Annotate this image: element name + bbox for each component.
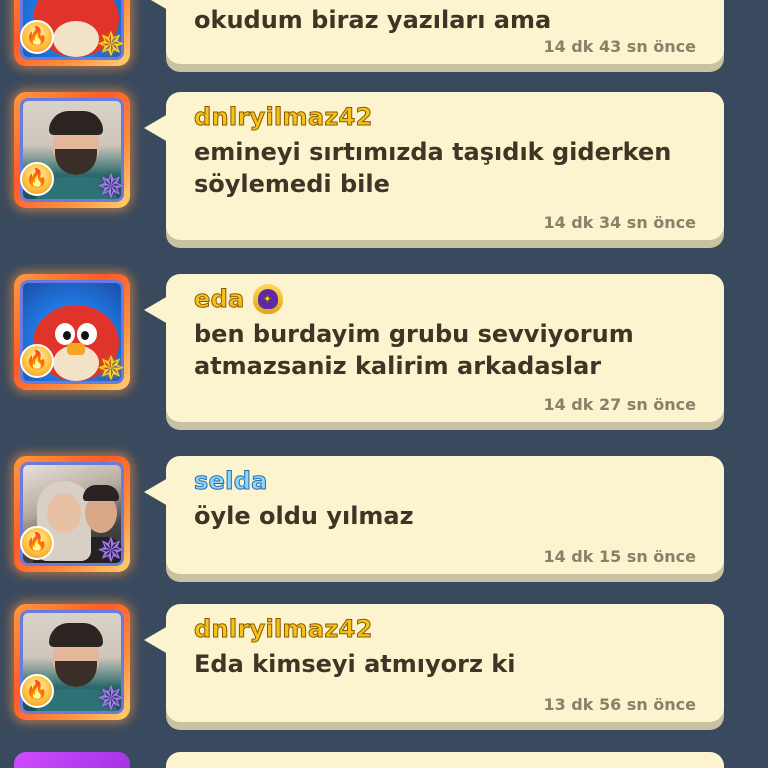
user-avatar[interactable]: 🔥 ✵ bbox=[14, 92, 130, 208]
message-bubble bbox=[166, 752, 724, 768]
flame-icon: 🔥 bbox=[20, 20, 54, 54]
compass-rank-icon: ✵ bbox=[96, 25, 126, 65]
user-avatar[interactable] bbox=[14, 752, 130, 768]
message-username[interactable]: dnlryilmaz42 bbox=[194, 614, 373, 644]
user-avatar[interactable]: 🔥 ✵ bbox=[14, 274, 130, 390]
message-bubble: okudum biraz yazıları ama 14 dk 43 sn ön… bbox=[144, 0, 724, 64]
message-timestamp: 14 dk 43 sn önce bbox=[543, 37, 696, 56]
message-text: Eda kimseyi atmıyorz ki bbox=[194, 650, 516, 678]
flame-icon: 🔥 bbox=[20, 162, 54, 196]
flame-icon: 🔥 bbox=[20, 674, 54, 708]
flame-icon: 🔥 bbox=[20, 526, 54, 560]
message-bubble: selda öyle oldu yılmaz 14 dk 15 sn önce bbox=[144, 456, 724, 574]
user-avatar[interactable]: 🔥 ✵ bbox=[14, 0, 130, 66]
message-bubble: eda ✦ ben burdayim grubu sevviyorum atma… bbox=[144, 274, 724, 422]
chat-feed[interactable]: 🔥 ✵ okudum biraz yazıları ama 14 dk 43 s… bbox=[0, 0, 768, 768]
message-username[interactable]: selda bbox=[194, 466, 268, 496]
compass-rank-icon: ✵ bbox=[96, 167, 126, 207]
message-timestamp: 14 dk 34 sn önce bbox=[543, 213, 696, 232]
shield-badge-icon: ✦ bbox=[252, 284, 283, 314]
message-timestamp: 14 dk 15 sn önce bbox=[543, 547, 696, 566]
message-username[interactable]: dnlryilmaz42 bbox=[194, 102, 373, 132]
message-text: emineyi sırtımızda taşıdık giderken söyl… bbox=[194, 138, 672, 198]
user-avatar[interactable]: 🔥 ✵ bbox=[14, 604, 130, 720]
message-text: öyle oldu yılmaz bbox=[194, 502, 414, 530]
compass-rank-icon: ✵ bbox=[96, 531, 126, 571]
message-text: okudum biraz yazıları ama bbox=[194, 6, 552, 34]
message-text: ben burdayim grubu sevviyorum atmazsaniz… bbox=[194, 320, 634, 380]
flame-icon: 🔥 bbox=[20, 344, 54, 378]
message-timestamp: 13 dk 56 sn önce bbox=[543, 695, 696, 714]
message-username: eda bbox=[194, 285, 245, 314]
message-bubble: dnlryilmaz42 emineyi sırtımızda taşıdık … bbox=[144, 92, 724, 240]
user-avatar[interactable]: 🔥 ✵ bbox=[14, 456, 130, 572]
message-timestamp: 14 dk 27 sn önce bbox=[543, 395, 696, 414]
message-bubble: dnlryilmaz42 Eda kimseyi atmıyorz ki 13 … bbox=[144, 604, 724, 722]
compass-rank-icon: ✵ bbox=[96, 349, 126, 389]
message-username-row[interactable]: eda ✦ bbox=[194, 284, 283, 314]
compass-rank-icon: ✵ bbox=[96, 679, 126, 719]
